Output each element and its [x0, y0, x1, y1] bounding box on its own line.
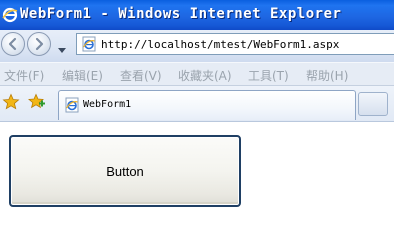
page-content: Button — [0, 122, 394, 210]
menu-item-help[interactable]: 帮助(H) — [306, 67, 348, 84]
tab-label: WebForm1 — [83, 99, 132, 110]
forward-arrow-icon — [35, 37, 44, 51]
ie-page-icon — [81, 36, 97, 52]
back-button[interactable] — [1, 32, 25, 56]
back-arrow-icon — [8, 37, 17, 51]
forward-button[interactable] — [27, 32, 51, 56]
star-icon[interactable] — [2, 93, 20, 111]
menu-item-view[interactable]: 查看(V) — [120, 67, 162, 84]
recent-pages-dropdown[interactable] — [57, 40, 67, 53]
window-title: WebForm1 - Windows Internet Explorer — [20, 6, 342, 22]
new-tab-button[interactable] — [358, 92, 388, 116]
address-input[interactable] — [101, 36, 391, 52]
menu-item-favorites[interactable]: 收藏夹(A) — [178, 67, 232, 84]
menu-item-edit[interactable]: 编辑(E) — [62, 67, 103, 84]
navigation-bar — [0, 30, 394, 62]
favorites-bar: WebForm1 — [0, 86, 394, 122]
menu-bar: 文件(F) 编辑(E) 查看(V) 收藏夹(A) 工具(T) 帮助(H) — [0, 62, 394, 86]
page-button[interactable]: Button — [9, 135, 241, 207]
menu-item-file[interactable]: 文件(F) — [4, 67, 44, 84]
tab-webform1[interactable]: WebForm1 — [58, 90, 356, 120]
add-favorite-icon[interactable] — [27, 93, 46, 111]
ie-logo-icon — [2, 7, 18, 23]
title-bar: WebForm1 - Windows Internet Explorer — [0, 0, 394, 30]
chevron-down-icon — [58, 48, 66, 53]
menu-item-tools[interactable]: 工具(T) — [248, 67, 289, 84]
ie-page-icon — [64, 97, 80, 113]
address-bar[interactable] — [76, 33, 394, 55]
